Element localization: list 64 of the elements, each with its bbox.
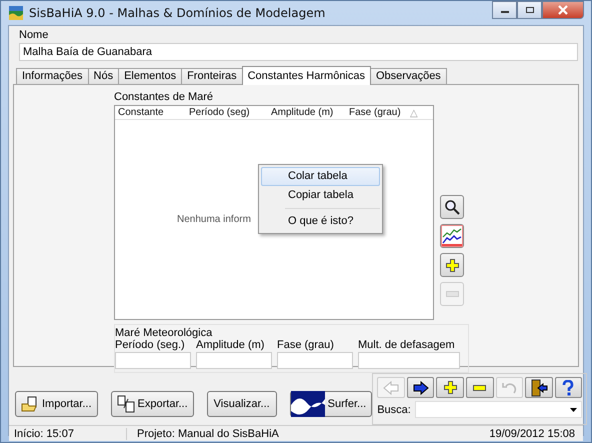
chart-button[interactable] bbox=[440, 224, 464, 248]
tab[interactable]: Observações bbox=[370, 68, 447, 84]
add-button[interactable] bbox=[440, 253, 464, 277]
status-text: Início: 15:07 bbox=[9, 428, 127, 440]
column-header[interactable]: Fase (grau) bbox=[346, 107, 407, 118]
menu-item[interactable]: O que é isto? bbox=[261, 212, 380, 231]
left-arrow-icon bbox=[382, 380, 399, 394]
field-label: Amplitude (m) bbox=[196, 339, 266, 351]
close-button[interactable] bbox=[542, 1, 584, 19]
status-text: 19/09/2012 15:08 bbox=[488, 428, 576, 440]
plus-icon bbox=[446, 258, 458, 272]
forward-button[interactable] bbox=[406, 377, 434, 398]
search-label: Busca: bbox=[377, 404, 411, 416]
minus-icon bbox=[446, 291, 458, 297]
import-button[interactable]: Importar... bbox=[15, 391, 98, 417]
tab[interactable]: Constantes Harmônicas bbox=[242, 66, 371, 85]
right-arrow-icon bbox=[412, 380, 429, 394]
field-label: Mult. de defasagem bbox=[358, 339, 456, 351]
menu-item[interactable]: Copiar tabela bbox=[261, 186, 380, 205]
plus-icon bbox=[444, 381, 457, 394]
status-text: Projeto: Manual do SisBaHiA bbox=[136, 428, 279, 440]
line-chart-icon bbox=[441, 225, 463, 247]
remove-button[interactable] bbox=[466, 377, 494, 398]
export-button[interactable]: Exportar... bbox=[110, 391, 194, 417]
name-field[interactable]: Malha Baía de Guanabara bbox=[19, 43, 578, 61]
input-field[interactable] bbox=[358, 352, 460, 369]
minimize-button[interactable] bbox=[492, 1, 517, 19]
tab[interactable]: Fronteiras bbox=[181, 68, 243, 84]
group-title: Constantes de Maré bbox=[114, 91, 214, 103]
field-label: Fase (grau) bbox=[277, 339, 335, 351]
help-icon bbox=[562, 380, 574, 396]
empty-message: Nenhuma inform bbox=[177, 214, 251, 225]
maximize-button[interactable] bbox=[517, 1, 542, 19]
wave-logo-icon bbox=[290, 391, 325, 417]
close-icon bbox=[557, 5, 569, 15]
column-header[interactable]: Amplitude (m) bbox=[268, 107, 346, 118]
dropdown-arrow-icon bbox=[570, 408, 578, 412]
tab[interactable]: Nós bbox=[88, 68, 120, 84]
folder-document-icon bbox=[21, 396, 39, 412]
window-title: SisBaHiA 9.0 - Malhas & Domínios de Modelagem bbox=[29, 6, 326, 20]
app-logo-icon bbox=[8, 5, 24, 21]
name-label: Nome bbox=[19, 29, 50, 41]
minus-icon bbox=[473, 384, 486, 390]
column-header[interactable]: Período (seg) bbox=[186, 107, 268, 118]
maximize-icon bbox=[524, 6, 534, 14]
surfer-button[interactable]: Surfer... bbox=[290, 391, 372, 417]
group-title: Maré Meteorológica bbox=[115, 327, 214, 339]
search-icon bbox=[444, 199, 460, 215]
column-header[interactable]: Constante bbox=[115, 107, 186, 118]
input-field[interactable] bbox=[277, 352, 353, 369]
door-exit-icon bbox=[530, 378, 548, 396]
search-button[interactable] bbox=[440, 195, 464, 219]
menu-item[interactable]: Colar tabela bbox=[261, 167, 380, 186]
input-field[interactable] bbox=[196, 352, 272, 369]
field-label: Período (seg.) bbox=[115, 339, 186, 351]
add-button[interactable] bbox=[436, 377, 464, 398]
tab[interactable]: Elementos bbox=[118, 68, 182, 84]
tab[interactable]: Informações bbox=[16, 68, 89, 84]
view-button[interactable]: Visualizar... bbox=[206, 391, 277, 417]
help-button[interactable] bbox=[554, 377, 582, 398]
documents-icon bbox=[116, 395, 135, 413]
undo-icon bbox=[501, 380, 518, 394]
input-field[interactable] bbox=[115, 352, 191, 369]
exit-button[interactable] bbox=[525, 377, 553, 398]
